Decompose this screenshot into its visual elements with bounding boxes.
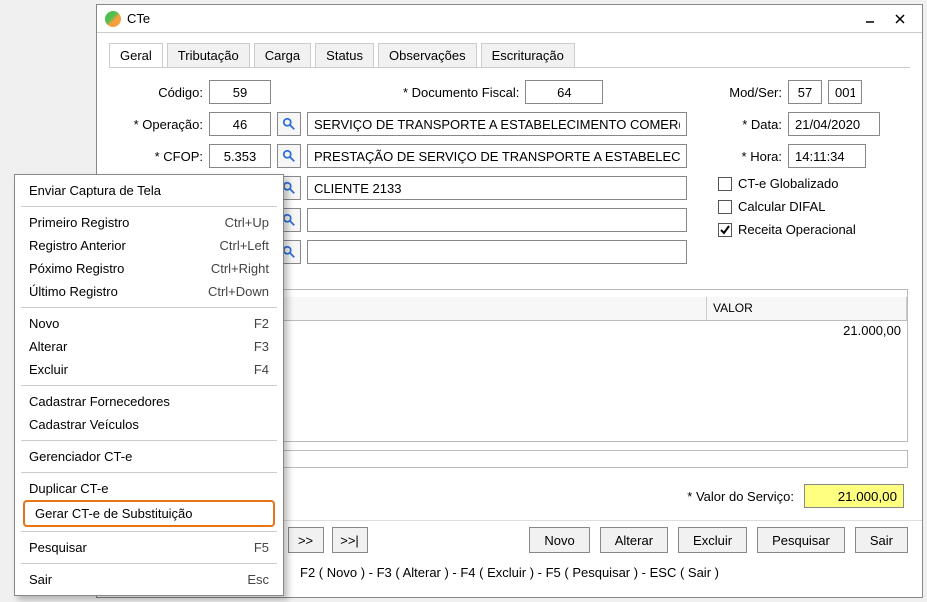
- close-button[interactable]: [886, 8, 914, 30]
- label-modser: Mod/Ser:: [718, 85, 782, 100]
- excluir-button[interactable]: Excluir: [678, 527, 747, 553]
- cliente-input[interactable]: [312, 177, 682, 199]
- cfop-desc-input[interactable]: [312, 145, 682, 167]
- ctx-item[interactable]: Duplicar CT-e: [15, 477, 283, 500]
- ctx-item[interactable]: Primeiro RegistroCtrl+Up: [15, 211, 283, 234]
- label-valor-servico: * Valor do Serviço:: [687, 489, 794, 504]
- operacao-desc-input[interactable]: [312, 113, 682, 135]
- tab-escrituracao[interactable]: Escrituração: [481, 43, 575, 67]
- tab-observacoes[interactable]: Observações: [378, 43, 477, 67]
- tab-status[interactable]: Status: [315, 43, 374, 67]
- mod-input[interactable]: [793, 81, 817, 103]
- label-cfop: * CFOP:: [115, 149, 203, 164]
- td-valor: 21.000,00: [707, 321, 907, 343]
- ctx-item[interactable]: Gerar CT-e de Substituição: [23, 500, 275, 527]
- sair-button[interactable]: Sair: [855, 527, 908, 553]
- ctx-item[interactable]: AlterarF3: [15, 335, 283, 358]
- label-documento: * Documento Fiscal:: [403, 85, 519, 100]
- ctx-item[interactable]: Cadastrar Veículos: [15, 413, 283, 436]
- tab-carga[interactable]: Carga: [254, 43, 311, 67]
- extra2-input[interactable]: [312, 241, 682, 263]
- ser-input[interactable]: [833, 81, 857, 103]
- last-record-button[interactable]: >>|: [332, 527, 368, 553]
- label-difal: Calcular DIFAL: [738, 199, 825, 214]
- checkbox-receita[interactable]: [718, 223, 732, 237]
- checkbox-globalizado[interactable]: [718, 177, 732, 191]
- hora-input[interactable]: [793, 145, 861, 167]
- titlebar: CTe: [97, 5, 922, 33]
- codigo-input[interactable]: [214, 81, 266, 103]
- context-menu: Enviar Captura de Tela Primeiro RegistroC…: [14, 174, 284, 596]
- tab-strip: Geral Tributação Carga Status Observaçõe…: [97, 33, 922, 67]
- ctx-item[interactable]: PesquisarF5: [15, 536, 283, 559]
- label-globalizado: CT-e Globalizado: [738, 176, 838, 191]
- window-title: CTe: [127, 11, 150, 26]
- label-operacao: * Operação:: [115, 117, 203, 132]
- app-icon: [105, 11, 121, 27]
- ctx-item[interactable]: Último RegistroCtrl+Down: [15, 280, 283, 303]
- label-data: * Data:: [718, 117, 782, 132]
- checkbox-difal[interactable]: [718, 200, 732, 214]
- ctx-item[interactable]: Enviar Captura de Tela: [15, 179, 283, 202]
- label-receita: Receita Operacional: [738, 222, 856, 237]
- minimize-button[interactable]: [856, 8, 884, 30]
- cfop-code-input[interactable]: [214, 145, 266, 167]
- operacao-code-input[interactable]: [214, 113, 266, 135]
- ctx-item[interactable]: Gerenciador CT-e: [15, 445, 283, 468]
- ctx-item[interactable]: Cadastrar Fornecedores: [15, 390, 283, 413]
- documento-input[interactable]: [530, 81, 598, 103]
- alterar-button[interactable]: Alterar: [600, 527, 668, 553]
- ctx-item[interactable]: Póximo RegistroCtrl+Right: [15, 257, 283, 280]
- th-valor: VALOR: [707, 297, 907, 320]
- ctx-item[interactable]: ExcluirF4: [15, 358, 283, 381]
- extra1-input[interactable]: [312, 209, 682, 231]
- label-codigo: Código:: [115, 85, 203, 100]
- next-record-button[interactable]: >>: [288, 527, 324, 553]
- ctx-item[interactable]: Registro AnteriorCtrl+Left: [15, 234, 283, 257]
- pesquisar-button[interactable]: Pesquisar: [757, 527, 845, 553]
- novo-button[interactable]: Novo: [529, 527, 589, 553]
- ctx-item[interactable]: SairEsc: [15, 568, 283, 591]
- operacao-lookup-button[interactable]: [277, 112, 301, 136]
- tab-geral[interactable]: Geral: [109, 43, 163, 67]
- valor-servico-input[interactable]: [804, 484, 904, 508]
- tab-tributacao[interactable]: Tributação: [167, 43, 250, 67]
- label-hora: * Hora:: [718, 149, 782, 164]
- data-input[interactable]: [793, 113, 875, 135]
- ctx-item[interactable]: NovoF2: [15, 312, 283, 335]
- cfop-lookup-button[interactable]: [277, 144, 301, 168]
